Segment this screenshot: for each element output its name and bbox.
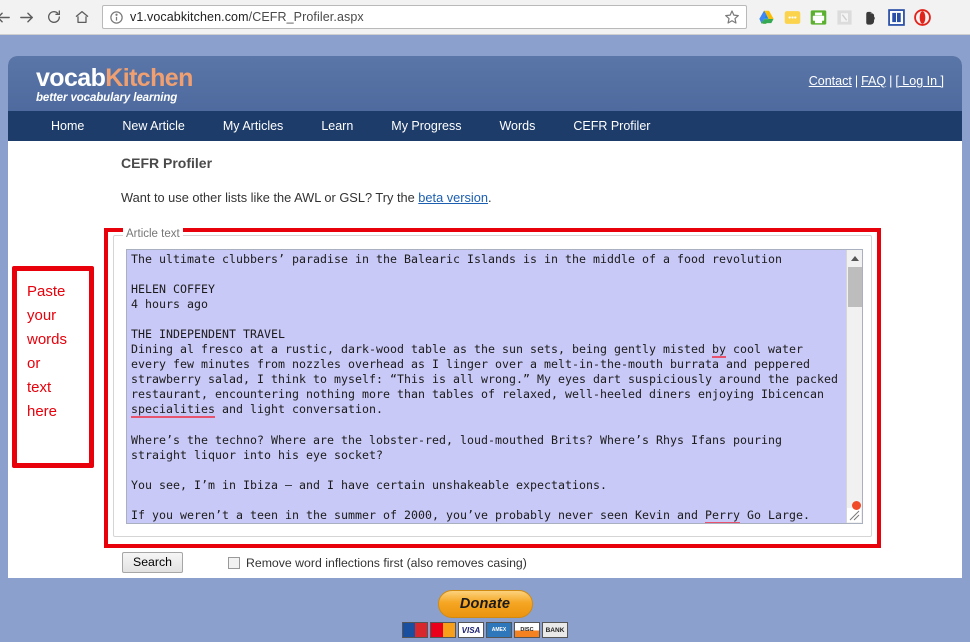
search-controls: Search Remove word inflections first (al… [122,552,527,573]
mouse-cursor-indicator [852,501,861,510]
nav-item-words[interactable]: Words [480,111,554,141]
article-paragraph-1a: Dining al fresco at a rustic, dark-wood … [131,342,713,357]
logo-kitchen: Kitchen [105,64,193,92]
search-button[interactable]: Search [122,552,183,573]
main-navigation: Home New Article My Articles Learn My Pr… [8,111,962,141]
scroll-up-arrow-icon[interactable] [847,250,863,266]
nav-item-cefr-profiler[interactable]: CEFR Profiler [554,111,669,141]
site-logo[interactable]: vocabKitchen better vocabulary learning [36,64,193,105]
article-paragraph-4a: If you weren’t a teen in the summer of 2… [131,507,706,522]
nav-item-learn[interactable]: Learn [302,111,372,141]
site-header: vocabKitchen better vocabulary learning … [8,56,962,111]
article-textarea[interactable]: The ultimate clubbers’ paradise in the B… [127,250,846,523]
beta-version-link[interactable]: beta version [418,190,488,205]
article-line-6: THE INDEPENDENT TRAVEL [131,327,286,342]
mastercard-card-icon [430,622,456,638]
spellcheck-word-specialities: specialities [131,402,216,419]
yellow-dots-icon[interactable] [784,9,801,26]
article-input-highlight-box: Article text The ultimate clubbers’ para… [104,228,881,548]
address-bar[interactable]: v1.vocabkitchen.com/CEFR_Profiler.aspx [102,5,747,29]
beta-notice: Want to use other lists like the AWL or … [121,190,962,205]
article-fieldset-legend: Article text [123,228,183,240]
article-line-3: HELEN COFFEY [131,282,216,297]
annotation-text: Paste your words or text here [17,271,89,424]
visa-card-icon: VISA [458,622,484,638]
beta-notice-suffix: . [488,190,492,205]
annotation-line-1: Paste [27,283,66,300]
forward-arrow-icon[interactable] [12,3,40,31]
blue-reader-icon[interactable] [888,8,905,26]
spellcheck-word-by: by [712,342,727,359]
article-line-4: 4 hours ago [131,297,209,312]
annotation-line-6: here [27,403,58,420]
amex-card-icon: AMEX [486,622,512,638]
link-separator-2: | [889,74,893,88]
reload-icon[interactable] [40,3,68,31]
remove-inflections-label: Remove word inflections first (also remo… [245,555,527,570]
link-separator-1: | [854,74,859,88]
spellcheck-word-perry: Perry [705,507,741,523]
annotation-line-4: or [27,355,41,372]
scrollbar-thumb[interactable] [848,267,862,307]
annotation-line-3: words [27,331,68,348]
article-line-1: The ultimate clubbers’ paradise in the B… [131,252,783,266]
faq-link[interactable]: FAQ [861,74,886,88]
article-paragraph-1c: and light conversation. [215,402,384,417]
nav-item-home[interactable]: Home [32,111,103,141]
textarea-resize-grip[interactable] [847,508,861,522]
extension-icons [758,8,931,26]
info-circle-icon[interactable] [109,10,124,25]
gray-page-icon[interactable] [836,9,853,26]
donate-button[interactable]: Donate [437,590,533,618]
article-textarea-wrapper[interactable]: The ultimate clubbers’ paradise in the B… [126,249,863,524]
discover-card-icon: DISC [514,622,540,638]
home-icon[interactable] [68,3,96,31]
annotation-line-5: text [27,379,52,396]
nav-item-my-articles[interactable]: My Articles [204,111,302,141]
article-paragraph-4b: Go Large. [740,507,811,522]
maestro-card-icon [402,622,428,638]
beta-notice-prefix: Want to use other lists like the AWL or … [121,190,419,205]
annotation-paste-here: Paste your words or text here [12,266,94,468]
payment-card-icons: VISA AMEX DISC BANK [402,622,568,638]
evernote-icon[interactable] [862,9,879,26]
textarea-scrollbar[interactable] [846,250,862,523]
logo-wordmark: vocabKitchen [36,64,193,92]
google-drive-icon[interactable] [758,9,775,26]
green-printer-icon[interactable] [810,9,827,26]
opera-icon[interactable] [914,8,931,26]
annotation-line-2: your [27,307,57,324]
header-links: Contact | FAQ |[ Log In ] [809,74,944,88]
bank-card-icon: BANK [542,622,568,638]
browser-nav-buttons [0,3,96,31]
nav-item-my-progress[interactable]: My Progress [372,111,480,141]
url-domain: v1.vocabkitchen.com [130,10,249,24]
star-icon[interactable] [724,9,740,25]
logo-vocab: vocab [36,64,106,92]
contact-link[interactable]: Contact [809,74,852,88]
login-link[interactable]: [ Log In ] [895,74,944,88]
back-arrow-icon[interactable] [0,3,12,31]
page-title: CEFR Profiler [121,155,213,171]
donate-section: Donate VISA AMEX DISC BANK [0,590,970,638]
article-paragraph-2: Where’s the techno? Where are the lobste… [131,432,790,462]
browser-toolbar: v1.vocabkitchen.com/CEFR_Profiler.aspx [0,0,970,35]
remove-inflections-checkbox[interactable] [227,556,240,569]
article-paragraph-3: You see, I’m in Ibiza – and I have certa… [131,477,608,492]
url-path: /CEFR_Profiler.aspx [248,10,364,24]
logo-tagline: better vocabulary learning [36,92,178,104]
url-text[interactable]: v1.vocabkitchen.com/CEFR_Profiler.aspx [130,10,724,24]
article-fieldset: Article text The ultimate clubbers’ para… [113,228,872,537]
nav-item-new-article[interactable]: New Article [103,111,204,141]
